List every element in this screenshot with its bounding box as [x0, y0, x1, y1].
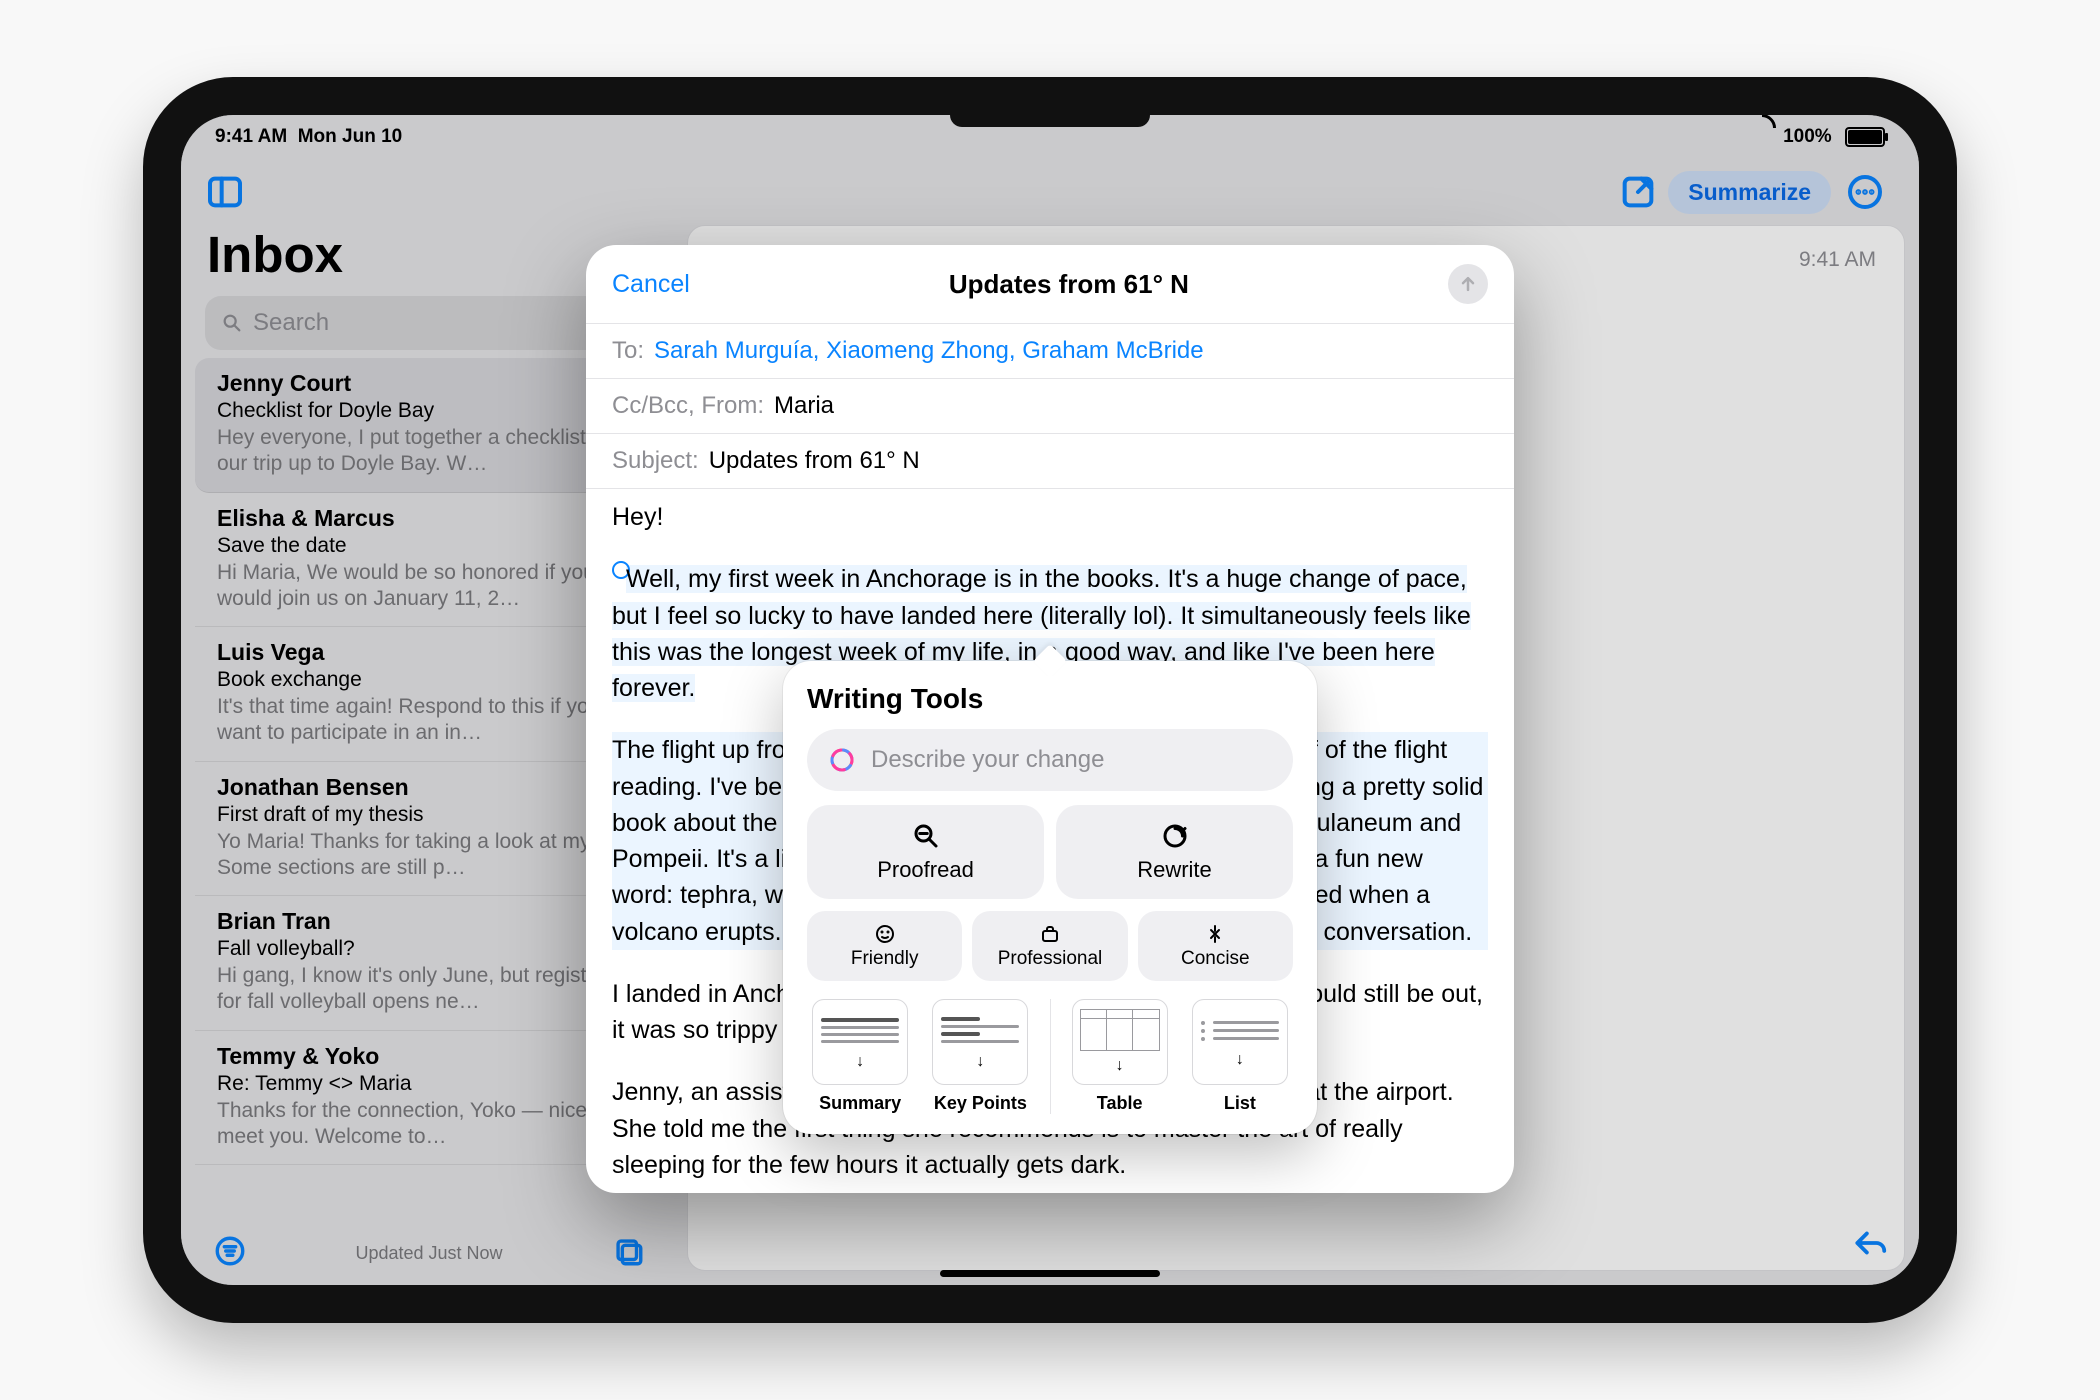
- friendly-label: Friendly: [851, 948, 919, 970]
- recipients[interactable]: Sarah Murguía, Xiaomeng Zhong, Graham Mc…: [654, 337, 1204, 365]
- list-card[interactable]: ↓ List: [1187, 999, 1293, 1114]
- sidebar-footer: Updated Just Now: [195, 1234, 663, 1273]
- message-time: 9:41 AM: [1799, 248, 1876, 272]
- preview-text: Hi Maria, We would be so honored if you …: [217, 560, 647, 613]
- summary-card[interactable]: ↓ Summary: [807, 999, 913, 1114]
- sender-name: Elisha & Marcus: [217, 505, 647, 532]
- subject-value: Updates from 61° N: [709, 447, 920, 475]
- to-label: To:: [612, 337, 644, 365]
- subject-field[interactable]: Subject: Updates from 61° N: [586, 433, 1514, 489]
- mailbox-title: Inbox: [207, 225, 651, 284]
- briefcase-icon: [1038, 922, 1062, 946]
- proofread-icon: [911, 821, 941, 851]
- subject-line: Save the date: [217, 534, 647, 558]
- reply-icon[interactable]: [1851, 1224, 1889, 1267]
- rewrite-button[interactable]: Rewrite: [1056, 805, 1293, 899]
- search-placeholder: Search: [253, 309, 329, 337]
- writing-tools-popover: Writing Tools Describe your change Proof…: [783, 661, 1317, 1134]
- table-label: Table: [1097, 1093, 1143, 1114]
- concise-button[interactable]: Concise: [1138, 911, 1293, 981]
- smile-icon: [873, 922, 897, 946]
- ccbcc-label: Cc/Bcc, From:: [612, 392, 764, 420]
- preview-text: It's that time again! Respond to this if…: [217, 694, 647, 747]
- sidebar-toggle-icon[interactable]: [205, 172, 245, 212]
- more-icon[interactable]: [1845, 172, 1885, 212]
- concise-label: Concise: [1181, 948, 1250, 970]
- writing-tools-placeholder: Describe your change: [871, 746, 1104, 774]
- to-field[interactable]: To: Sarah Murguía, Xiaomeng Zhong, Graha…: [586, 323, 1514, 378]
- preview-text: Yo Maria! Thanks for taking a look at my…: [217, 829, 647, 882]
- cancel-button[interactable]: Cancel: [612, 270, 690, 299]
- from-value: Maria: [774, 392, 834, 420]
- status-battery-pct: 100%: [1783, 126, 1832, 147]
- updated-label: Updated Just Now: [355, 1243, 502, 1264]
- compose-icon[interactable]: [1618, 172, 1658, 212]
- send-button[interactable]: [1448, 264, 1488, 304]
- summarize-button[interactable]: Summarize: [1668, 171, 1831, 214]
- home-indicator[interactable]: [940, 1270, 1160, 1277]
- keypoints-card[interactable]: ↓ Key Points: [927, 999, 1033, 1114]
- list-label: List: [1224, 1093, 1256, 1114]
- subject-label: Subject:: [612, 447, 699, 475]
- proofread-label: Proofread: [877, 857, 974, 883]
- sender-name: Temmy & Yoko: [217, 1043, 647, 1070]
- sender-name: Brian Tran: [217, 908, 647, 935]
- compose-title: Updates from 61° N: [949, 269, 1189, 300]
- rewrite-icon: [1160, 821, 1190, 851]
- table-card[interactable]: ↓ Table: [1067, 999, 1173, 1114]
- subject-line: Re: Temmy <> Maria: [217, 1072, 647, 1096]
- battery-icon: [1845, 127, 1885, 147]
- screen: 9:41 AM Mon Jun 10 100% Summarize Inbox …: [181, 115, 1919, 1285]
- proofread-button[interactable]: Proofread: [807, 805, 1044, 899]
- professional-button[interactable]: Professional: [972, 911, 1127, 981]
- preview-text: Hey everyone, I put together a checklist…: [217, 425, 647, 478]
- filter-icon[interactable]: [213, 1234, 247, 1273]
- writing-tools-title: Writing Tools: [807, 683, 1293, 715]
- status-bar: 9:41 AM Mon Jun 10 100%: [181, 123, 1919, 151]
- preview-text: Hi gang, I know it's only June, but regi…: [217, 963, 647, 1016]
- subject-line: First draft of my thesis: [217, 803, 647, 827]
- separator: [1050, 999, 1051, 1114]
- keypoints-label: Key Points: [934, 1093, 1027, 1114]
- summary-label: Summary: [819, 1093, 901, 1114]
- ccbcc-field[interactable]: Cc/Bcc, From: Maria: [586, 378, 1514, 433]
- search-icon: [221, 312, 243, 334]
- subject-line: Fall volleyball?: [217, 937, 647, 961]
- wifi-icon: [1748, 126, 1770, 142]
- top-toolbar: Summarize: [181, 165, 1919, 219]
- concise-icon: [1203, 922, 1227, 946]
- sender-name: Luis Vega: [217, 639, 647, 666]
- rewrite-label: Rewrite: [1137, 857, 1212, 883]
- status-date: Mon Jun 10: [298, 126, 403, 147]
- writing-tools-input[interactable]: Describe your change: [807, 729, 1293, 791]
- body-paragraph: Hey!: [612, 499, 1488, 535]
- preview-text: Thanks for the connection, Yoko — nice t…: [217, 1098, 647, 1151]
- sender-name: Jonathan Bensen: [217, 774, 647, 801]
- sender-name: Jenny Court: [217, 370, 647, 397]
- friendly-button[interactable]: Friendly: [807, 911, 962, 981]
- apple-intelligence-icon: [827, 745, 857, 775]
- status-time: 9:41 AM: [215, 126, 287, 147]
- compose-footer-icon[interactable]: [611, 1234, 645, 1273]
- ipad-frame: 9:41 AM Mon Jun 10 100% Summarize Inbox …: [143, 77, 1957, 1323]
- subject-line: Checklist for Doyle Bay: [217, 399, 647, 423]
- professional-label: Professional: [998, 948, 1103, 970]
- subject-line: Book exchange: [217, 668, 647, 692]
